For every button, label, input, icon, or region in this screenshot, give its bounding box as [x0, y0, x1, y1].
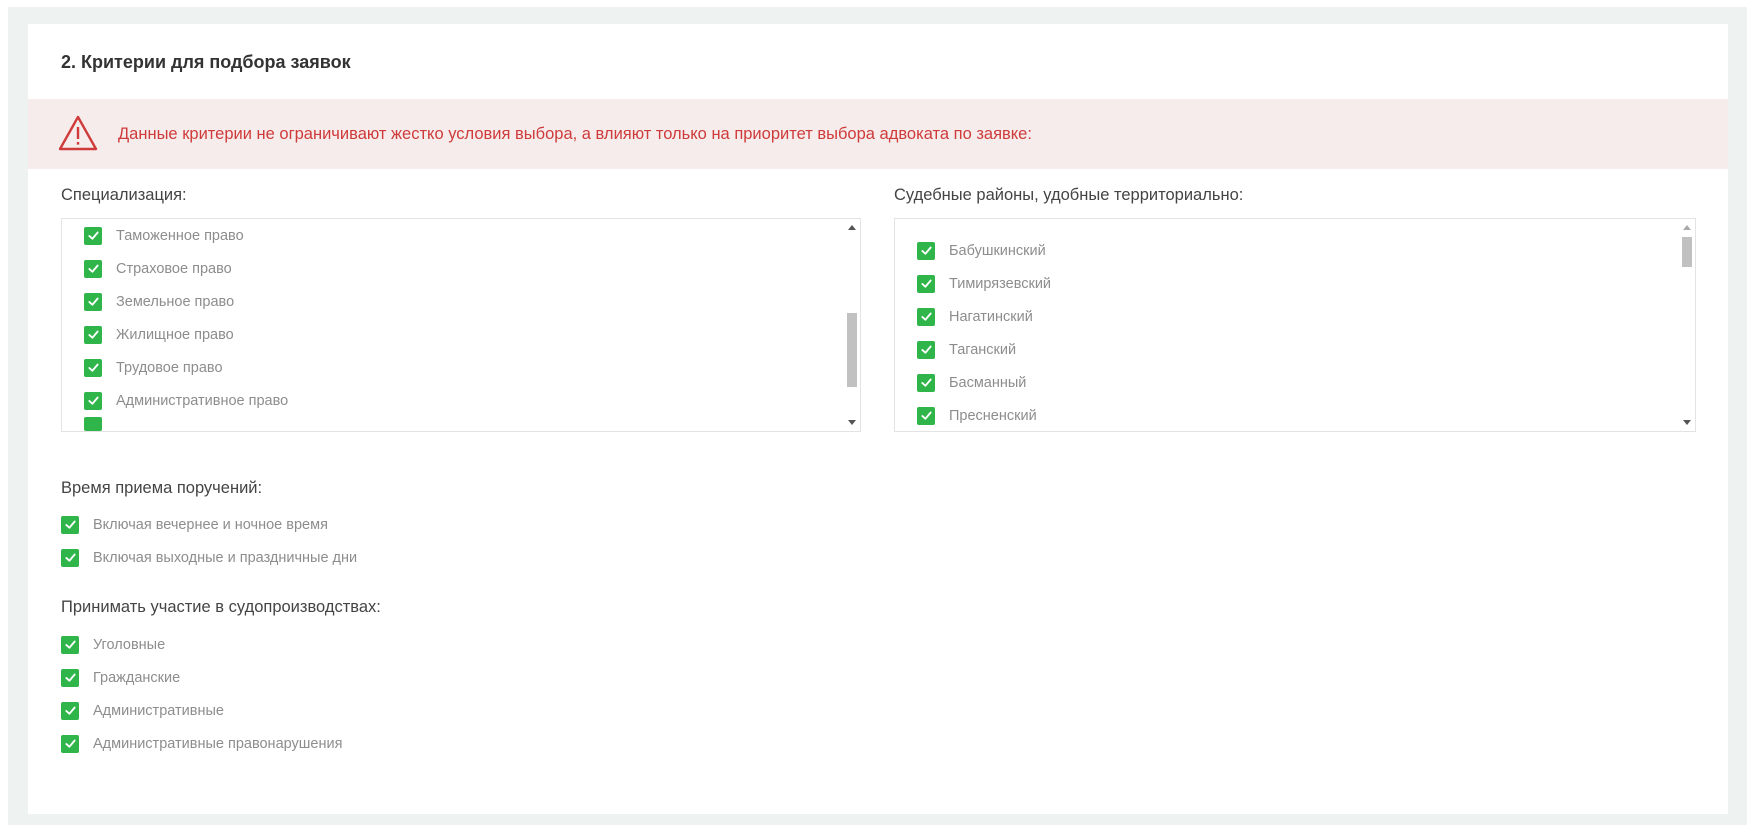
- checkbox-checked[interactable]: [61, 701, 79, 720]
- scroll-down-arrow-icon[interactable]: [1683, 420, 1691, 425]
- checkmark-icon: [64, 640, 76, 649]
- specialization-scrollbar[interactable]: [844, 219, 860, 431]
- scroll-down-arrow-icon[interactable]: [848, 420, 856, 425]
- checkbox-checked[interactable]: [61, 548, 79, 567]
- checkmark-icon: [920, 378, 932, 387]
- specialization-label: Специализация:: [61, 186, 187, 204]
- scroll-thumb[interactable]: [847, 313, 857, 387]
- checkmark-icon: [64, 520, 76, 529]
- checkmark-icon: [64, 673, 76, 682]
- checkbox-row[interactable]: Земельное право: [84, 285, 836, 318]
- checkbox-checked[interactable]: [917, 406, 935, 425]
- checkmark-icon: [920, 279, 932, 288]
- checkbox-label: Земельное право: [116, 293, 235, 310]
- checkmark-icon: [87, 396, 99, 405]
- checkbox-checked[interactable]: [84, 358, 102, 377]
- districts-label: Судебные районы, удобные территориально:: [894, 186, 1244, 204]
- scroll-up-arrow-icon[interactable]: [848, 225, 856, 230]
- checkbox-checked[interactable]: [917, 241, 935, 260]
- checkbox-row[interactable]: Басманный: [917, 366, 1671, 399]
- checkbox-label: Таможенное право: [116, 227, 244, 244]
- checkbox-row[interactable]: Таганский: [917, 333, 1671, 366]
- checkbox-row[interactable]: Страховое право: [84, 252, 836, 285]
- scroll-up-arrow-icon[interactable]: [1683, 225, 1691, 230]
- checkbox-label: Страховое право: [116, 260, 232, 277]
- districts-list: Бабушкинский Тимирязевский Нагатинский Тага…: [917, 234, 1671, 431]
- checkbox-label: Таганский: [949, 341, 1017, 358]
- proceedings-label: Принимать участие в судопроизводствах:: [61, 598, 381, 616]
- partial-checkbox[interactable]: [84, 417, 102, 431]
- checkmark-icon: [64, 706, 76, 715]
- page: 2. Критерии для подбора заявок Данные кр…: [0, 0, 1747, 825]
- checkbox-checked[interactable]: [61, 734, 79, 753]
- checkmark-icon: [87, 231, 99, 240]
- checkmark-icon: [920, 345, 932, 354]
- scroll-thumb[interactable]: [1682, 237, 1692, 267]
- checkmark-icon: [920, 246, 932, 255]
- checkbox-label: Трудовое право: [116, 359, 223, 376]
- checkbox-row[interactable]: Таможенное право: [84, 219, 836, 252]
- checkmark-icon: [87, 330, 99, 339]
- checkbox-row[interactable]: Жилищное право: [84, 318, 836, 351]
- checkbox-label: Басманный: [949, 374, 1027, 391]
- criteria-card: 2. Критерии для подбора заявок Данные кр…: [28, 24, 1728, 814]
- checkbox-row[interactable]: Включая выходные и праздничные дни: [61, 541, 661, 574]
- checkbox-checked[interactable]: [61, 515, 79, 534]
- checkmark-icon: [64, 739, 76, 748]
- warning-triangle-icon: [58, 115, 98, 151]
- checkbox-label: Тимирязевский: [949, 275, 1052, 292]
- checkbox-label: Бабушкинский: [949, 242, 1046, 259]
- checkmark-icon: [64, 553, 76, 562]
- checkbox-label: Нагатинский: [949, 308, 1033, 325]
- checkbox-label: Уголовные: [93, 636, 166, 653]
- checkbox-checked[interactable]: [84, 259, 102, 278]
- checkbox-checked[interactable]: [61, 635, 79, 654]
- reception-time-list: Включая вечернее и ночное время Включая в…: [61, 508, 661, 574]
- checkbox-row[interactable]: Включая вечернее и ночное время: [61, 508, 661, 541]
- checkbox-checked[interactable]: [84, 292, 102, 311]
- specialization-partial-row: [84, 417, 836, 431]
- checkbox-label: Включая вечернее и ночное время: [93, 516, 328, 533]
- checkbox-row[interactable]: Административные: [61, 694, 661, 727]
- reception-time-label: Время приема поручений:: [61, 479, 263, 497]
- checkbox-row[interactable]: Административное право: [84, 384, 836, 417]
- checkbox-checked[interactable]: [84, 226, 102, 245]
- checkmark-icon: [920, 312, 932, 321]
- checkbox-row[interactable]: Бабушкинский: [917, 234, 1671, 267]
- checkbox-label: Административные: [93, 702, 224, 719]
- specialization-listbox[interactable]: Таможенное право Страховое право Земельное…: [61, 218, 861, 432]
- checkbox-row[interactable]: Трудовое право: [84, 351, 836, 384]
- warning-alert: Данные критерии не ограничивают жестко у…: [28, 99, 1728, 169]
- checkbox-label: Гражданские: [93, 669, 181, 686]
- checkmark-icon: [87, 297, 99, 306]
- checkbox-row[interactable]: Пресненский: [917, 399, 1671, 431]
- checkmark-icon: [87, 363, 99, 372]
- proceedings-list: Уголовные Гражданские Административные Адми…: [61, 628, 661, 760]
- checkbox-checked[interactable]: [917, 373, 935, 392]
- checkbox-label: Включая выходные и праздничные дни: [93, 549, 358, 566]
- checkbox-row[interactable]: Уголовные: [61, 628, 661, 661]
- checkbox-row[interactable]: Тимирязевский: [917, 267, 1671, 300]
- checkbox-label: Жилищное право: [116, 326, 234, 343]
- checkbox-row[interactable]: Нагатинский: [917, 300, 1671, 333]
- checkbox-label: Административное право: [116, 392, 289, 409]
- districts-scrollbar[interactable]: [1679, 219, 1695, 431]
- checkbox-row[interactable]: Административные правонарушения: [61, 727, 661, 760]
- checkbox-checked[interactable]: [61, 668, 79, 687]
- checkbox-checked[interactable]: [917, 307, 935, 326]
- specialization-list: Таможенное право Страховое право Земельное…: [84, 219, 836, 417]
- checkbox-row[interactable]: Гражданские: [61, 661, 661, 694]
- checkbox-label: Административные правонарушения: [93, 735, 343, 752]
- checkmark-icon: [920, 411, 932, 420]
- card-title: 2. Критерии для подбора заявок: [61, 52, 351, 72]
- alert-text: Данные критерии не ограничивают жестко у…: [118, 125, 1032, 143]
- checkbox-checked[interactable]: [84, 391, 102, 410]
- districts-listbox[interactable]: Бабушкинский Тимирязевский Нагатинский Тага…: [894, 218, 1696, 432]
- checkbox-checked[interactable]: [84, 325, 102, 344]
- checkbox-checked[interactable]: [917, 274, 935, 293]
- checkbox-checked[interactable]: [917, 340, 935, 359]
- checkmark-icon: [87, 264, 99, 273]
- checkbox-label: Пресненский: [949, 407, 1037, 424]
